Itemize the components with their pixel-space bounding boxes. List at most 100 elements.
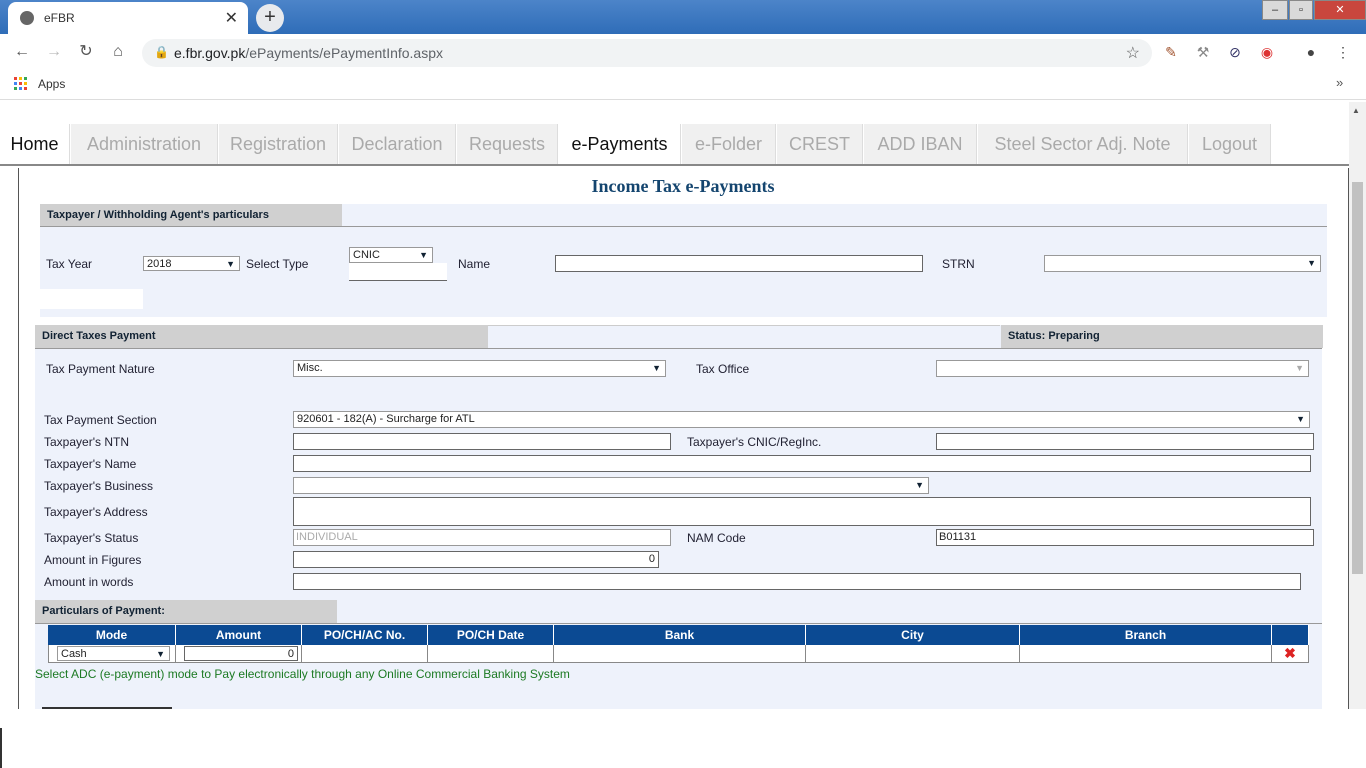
header-spacer: [488, 325, 1000, 348]
dropdown-arrow-icon: ▼: [1307, 258, 1316, 268]
wrench-icon[interactable]: ⚒: [1194, 43, 1212, 61]
menu-registration[interactable]: Registration: [219, 124, 338, 164]
adc-note: Select ADC (e-payment) mode to Pay elect…: [35, 667, 570, 681]
col-po-date: PO/CH Date: [428, 625, 554, 645]
ntn-label: Taxpayer's NTN: [44, 435, 129, 449]
address-bar[interactable]: 🔒 e.fbr.gov.pk/ePayments/ePaymentInfo.as…: [142, 39, 1152, 67]
mode-select[interactable]: Cash ▼: [57, 646, 170, 661]
bottom-blank: [0, 709, 1366, 768]
dropdown-arrow-icon: ▼: [156, 649, 165, 659]
menu-logout[interactable]: Logout: [1189, 124, 1271, 164]
taxpayer-name-input[interactable]: [293, 455, 1311, 472]
payment-amount-input[interactable]: 0: [184, 646, 298, 661]
taxpayer-name-label: Taxpayer's Name: [44, 457, 137, 471]
select-type-select[interactable]: CNIC ▼: [349, 247, 433, 263]
menu-steel-sector[interactable]: Steel Sector Adj. Note: [978, 124, 1188, 164]
col-amount: Amount: [176, 625, 302, 645]
bookmark-star-icon[interactable]: ☆: [1126, 43, 1140, 63]
maximize-icon[interactable]: ▫: [1289, 0, 1313, 20]
globe-icon: [20, 11, 34, 25]
scrollbar-thumb[interactable]: [1352, 182, 1363, 574]
edge-line: [0, 728, 2, 768]
col-branch: Branch: [1020, 625, 1272, 645]
back-icon[interactable]: ←: [10, 40, 34, 64]
dropdown-arrow-icon: ▼: [652, 363, 661, 373]
status-badge: Status: Preparing: [1001, 325, 1323, 348]
scroll-up-icon[interactable]: ▲: [1352, 106, 1360, 115]
bookmarks-bar: [0, 70, 1366, 100]
apps-bookmark[interactable]: Apps: [38, 77, 65, 91]
status-label: Taxpayer's Status: [44, 531, 139, 545]
extension-icon[interactable]: ✎: [1162, 43, 1180, 61]
grammar-icon[interactable]: ◉: [1258, 43, 1276, 61]
business-select[interactable]: ▼: [293, 477, 929, 494]
menu-add-iban[interactable]: ADD IBAN: [864, 124, 977, 164]
tab-close-icon[interactable]: ✕: [225, 8, 238, 28]
page-title: Income Tax e-Payments: [591, 176, 775, 196]
cnic-label: Taxpayer's CNIC/RegInc.: [687, 435, 822, 449]
amount-figures-label: Amount in Figures: [44, 553, 142, 567]
block-icon[interactable]: ⊘: [1226, 43, 1244, 61]
table-cell: [302, 645, 428, 663]
menu-dots-icon[interactable]: ⋮: [1334, 43, 1352, 61]
cnic-reginc-input[interactable]: [936, 433, 1314, 450]
browser-tab[interactable]: eFBR ✕: [8, 2, 248, 34]
nature-select[interactable]: Misc. ▼: [293, 360, 666, 377]
reload-icon[interactable]: ↻: [74, 40, 98, 64]
dropdown-arrow-icon: ▼: [419, 250, 428, 260]
col-mode: Mode: [48, 625, 176, 645]
strn-select[interactable]: ▼: [1044, 255, 1321, 272]
payment-section-header: Particulars of Payment:: [35, 600, 337, 623]
cnic-input[interactable]: [349, 263, 447, 281]
select-type-label: Select Type: [246, 257, 309, 271]
menu-requests[interactable]: Requests: [457, 124, 558, 164]
divider: [35, 348, 1322, 349]
ntn-input[interactable]: [293, 433, 671, 450]
forward-icon[interactable]: →: [42, 40, 66, 64]
col-bank: Bank: [554, 625, 806, 645]
home-icon[interactable]: ⌂: [106, 40, 130, 64]
blank-field: [40, 289, 143, 309]
address-textarea[interactable]: [293, 497, 1311, 526]
dropdown-arrow-icon: ▼: [1295, 363, 1304, 373]
amount-words-input[interactable]: [293, 573, 1301, 590]
menu-crest[interactable]: CREST: [777, 124, 863, 164]
name-input[interactable]: [555, 255, 923, 272]
nature-label: Tax Payment Nature: [46, 362, 155, 376]
dropdown-arrow-icon: ▼: [915, 480, 924, 490]
tax-office-label: Tax Office: [696, 362, 750, 376]
nam-code-input[interactable]: B01131: [936, 529, 1314, 546]
tab-title: eFBR: [44, 11, 75, 25]
chevron-right-icon[interactable]: »: [1336, 75, 1343, 90]
menu-e-payments[interactable]: e-Payments: [559, 124, 681, 164]
menu-declaration[interactable]: Declaration: [339, 124, 456, 164]
divider: [35, 623, 1322, 624]
tax-year-select[interactable]: 2018 ▼: [143, 256, 240, 271]
col-action: [1272, 625, 1309, 645]
menu-administration[interactable]: Administration: [71, 124, 218, 164]
delete-row-icon[interactable]: ✖: [1272, 645, 1309, 663]
table-cell: [806, 645, 1020, 663]
tax-section-label: Tax Payment Section: [44, 413, 157, 427]
nam-code-label: NAM Code: [687, 531, 746, 545]
amount-figures-input[interactable]: 0: [293, 551, 659, 568]
tax-section-select[interactable]: 920601 - 182(A) - Surcharge for ATL ▼: [293, 411, 1310, 428]
profile-icon[interactable]: ●: [1302, 43, 1320, 61]
business-label: Taxpayer's Business: [44, 479, 154, 493]
status-input[interactable]: INDIVIDUAL: [293, 529, 671, 546]
menu-e-folder[interactable]: e-Folder: [682, 124, 776, 164]
amount-words-label: Amount in words: [44, 575, 134, 589]
dropdown-arrow-icon: ▼: [1296, 414, 1305, 424]
dropdown-arrow-icon: ▼: [226, 259, 235, 269]
menu-home[interactable]: Home: [0, 124, 70, 164]
strn-label: STRN: [942, 257, 975, 271]
col-po-no: PO/CH/AC No.: [302, 625, 428, 645]
tax-office-select[interactable]: ▼: [936, 360, 1309, 377]
address-label: Taxpayer's Address: [44, 505, 148, 519]
tax-year-label: Tax Year: [46, 257, 93, 271]
apps-grid-icon[interactable]: [14, 77, 28, 91]
lock-icon: 🔒: [154, 45, 169, 59]
minimize-icon[interactable]: –: [1262, 0, 1288, 20]
new-tab-button[interactable]: +: [256, 4, 284, 32]
window-close-icon[interactable]: ✕: [1314, 0, 1366, 20]
